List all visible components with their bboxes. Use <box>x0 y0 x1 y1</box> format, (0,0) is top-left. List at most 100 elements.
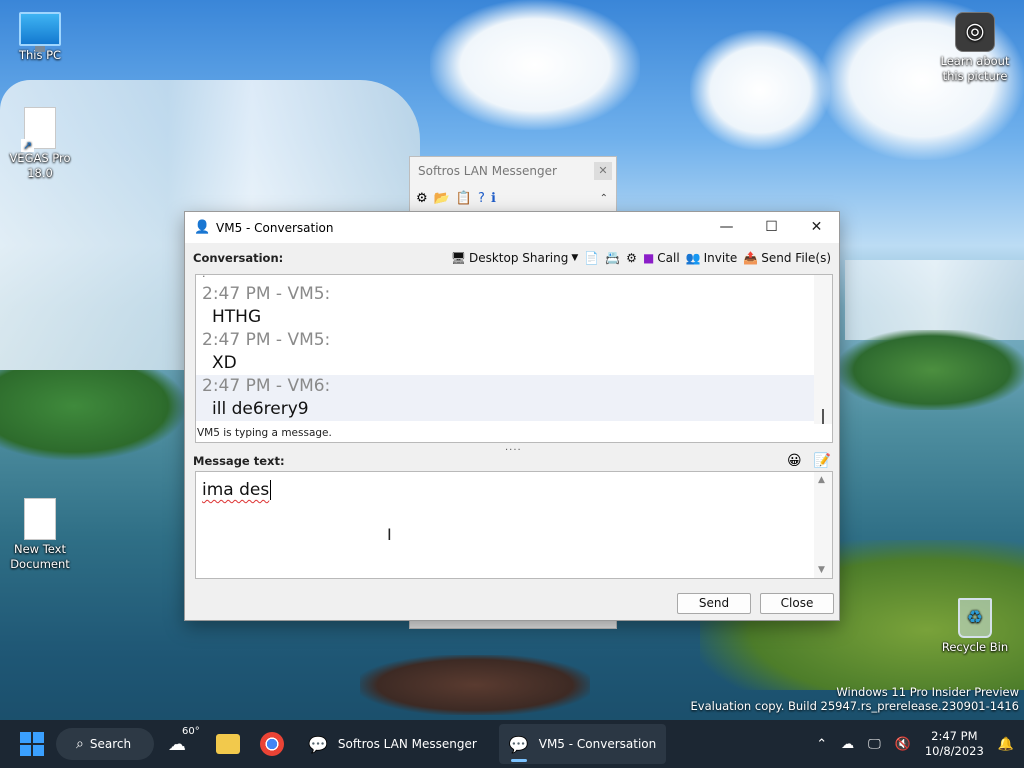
close-icon[interactable]: ✕ <box>594 162 612 180</box>
send-file-icon: 📤 <box>743 251 759 265</box>
typing-status: VM5 is typing a message. <box>196 424 832 442</box>
weather-widget[interactable]: ☁ 60° <box>168 726 200 755</box>
messenger-toolbar: ⚙ 📂 📋 ? ℹ ⌃ <box>410 185 616 211</box>
maximize-button[interactable]: ☐ <box>749 212 794 243</box>
window-title: Softros LAN Messenger <box>418 164 557 178</box>
desktop-icon-learn-about-picture[interactable]: ◎ Learn about this picture <box>937 12 1013 84</box>
settings-icon[interactable]: ⚙ <box>626 251 637 265</box>
history-icon[interactable]: 📄 <box>584 251 599 265</box>
conversation-header: Conversation: 🖥 Desktop Sharing ▼ 📄 📇 ⚙ … <box>193 248 831 268</box>
user-icon: 👤 <box>194 219 211 235</box>
scroll-down-icon[interactable]: ▼ <box>818 565 825 575</box>
title-bar[interactable]: 👤 VM5 - Conversation — ☐ ✕ <box>185 212 839 243</box>
chrome-button[interactable]: c <box>258 730 286 758</box>
taskbar-item-conversation[interactable]: 💬 VM5 - Conversation <box>498 724 667 764</box>
desktop-sharing-icon: 🖥 <box>450 251 466 265</box>
history-overflow-mark: · <box>202 274 206 283</box>
desktop-icon-label: New Text Document <box>10 542 70 571</box>
message-item: 2:47 PM - VM5: XD <box>196 329 832 375</box>
message-header: 2:47 PM - VM6: <box>202 376 331 396</box>
window-title: VM5 - Conversation <box>216 220 334 235</box>
network-icon[interactable]: 🖵 <box>868 737 881 752</box>
users-icon: 👥 <box>685 251 701 265</box>
windows-logo-icon <box>20 732 31 743</box>
text-file-icon <box>24 498 56 540</box>
history-scrollbar[interactable] <box>814 275 832 425</box>
conversation-history[interactable]: · 2:47 PM - VM5: HTHG 2:47 PM - VM5: XD … <box>195 274 833 443</box>
weather-cloud-icon: ☁ <box>168 733 186 755</box>
desktop-icon-vegas-pro[interactable]: VEGAS Pro 18.0 <box>2 107 78 181</box>
recycle-bin-icon: ♻ <box>958 598 992 638</box>
message-input[interactable]: ima des I ▲ ▼ <box>195 471 833 579</box>
close-dialog-button[interactable]: Close <box>760 593 834 614</box>
desktop-icon-label: Learn about this picture <box>940 54 1010 83</box>
cloud <box>690 30 830 150</box>
send-files-button[interactable]: 📤 Send File(s) <box>743 251 831 265</box>
desktop-sharing-button[interactable]: 🖥 Desktop Sharing ▼ <box>451 251 579 265</box>
weather-temperature: 60° <box>182 725 200 737</box>
message-header: 2:47 PM - VM5: <box>202 284 331 304</box>
conversation-toolbar: 🖥 Desktop Sharing ▼ 📄 📇 ⚙ ■ Call 👥 Invit… <box>451 251 831 265</box>
message-input-value: ima des <box>202 480 272 500</box>
start-button[interactable] <box>20 732 44 756</box>
trees-background <box>0 370 185 460</box>
desktop-icon-label: VEGAS Pro 18.0 <box>9 151 71 180</box>
desktop-icon-new-text-document[interactable]: New Text Document <box>2 498 78 572</box>
input-scrollbar[interactable]: ▲ ▼ <box>814 472 832 578</box>
minimize-button[interactable]: — <box>704 212 749 243</box>
messenger-icon: 💬 <box>308 734 328 754</box>
messenger-icon: 💬 <box>508 734 529 754</box>
close-button[interactable]: ✕ <box>794 212 839 243</box>
folder-icon: f <box>216 734 240 754</box>
message-text: ill de6rery9 <box>212 399 309 419</box>
send-button[interactable]: Send <box>677 593 751 614</box>
chevron-up-icon[interactable]: ⌃ <box>816 737 827 752</box>
message-header: 2:47 PM - VM5: <box>202 330 331 350</box>
gear-icon[interactable]: ⚙ <box>416 191 428 206</box>
file-shortcut-icon <box>21 107 56 152</box>
desktop-icon-recycle-bin[interactable]: ♻ Recycle Bin <box>937 598 1013 655</box>
windows-watermark: Windows 11 Pro Insider Preview Evaluatio… <box>690 685 1019 713</box>
text-cursor-icon: I <box>387 525 392 544</box>
desktop-icon-this-pc[interactable]: This PC <box>2 12 78 63</box>
invite-button[interactable]: 👥 Invite <box>686 251 738 265</box>
messenger-main-window[interactable]: Softros LAN Messenger ✕ ⚙ 📂 📋 ? ℹ ⌃ <box>409 156 617 212</box>
search-icon: ⌕ <box>76 736 84 752</box>
video-camera-icon: ■ <box>642 251 655 265</box>
desktop-icon-label: Recycle Bin <box>941 640 1009 654</box>
taskbar: ⌕ Search ☁ 60° f c 💬 Softros LAN Messeng… <box>0 720 1024 768</box>
taskbar-item-softros[interactable]: 💬 Softros LAN Messenger <box>298 724 487 764</box>
message-item: 2:47 PM - VM5: HTHG <box>196 283 832 329</box>
scroll-up-icon[interactable]: ▲ <box>818 475 825 485</box>
folder-icon[interactable]: 📂 <box>434 191 450 206</box>
camera-icon: ◎ <box>955 12 995 52</box>
info-icon[interactable]: ℹ <box>491 191 496 206</box>
clock[interactable]: 2:47 PM 10/8/2023 <box>925 729 984 759</box>
waterfall-background-right <box>845 260 1024 340</box>
conversation-label: Conversation: <box>193 251 284 265</box>
message-text: XD <box>212 353 237 373</box>
onedrive-icon[interactable]: ☁ <box>841 737 854 752</box>
message-text-label: Message text: <box>193 454 285 468</box>
conversation-window[interactable]: 👤 VM5 - Conversation — ☐ ✕ Conversation:… <box>184 211 840 621</box>
emoji-icon[interactable]: 😀 <box>787 453 802 469</box>
dropdown-arrow-icon: ▼ <box>571 253 579 263</box>
scrollbar-thumb[interactable] <box>822 409 824 425</box>
chrome-icon: c <box>260 732 284 756</box>
search-button[interactable]: ⌕ Search <box>56 728 154 760</box>
chevron-up-icon[interactable]: ⌃ <box>600 193 608 204</box>
monitor-icon <box>19 12 61 52</box>
file-explorer-button[interactable]: f <box>214 730 242 758</box>
notification-bell-icon[interactable]: 🔔 <box>998 737 1014 752</box>
system-tray: ⌃ ☁ 🖵 🔇 2:47 PM 10/8/2023 🔔 <box>816 729 1014 759</box>
help-icon[interactable]: ? <box>478 191 485 206</box>
message-item-highlighted: 2:47 PM - VM6: ill de6rery9 <box>196 375 814 421</box>
format-text-icon[interactable]: 📝 <box>814 453 831 469</box>
trees-background <box>840 330 1024 410</box>
message-text: HTHG <box>212 307 262 327</box>
user-info-icon[interactable]: 📇 <box>605 251 620 265</box>
notes-icon[interactable]: 📋 <box>456 191 472 206</box>
cloud <box>430 0 640 130</box>
call-button[interactable]: ■ Call <box>643 251 680 265</box>
volume-muted-icon[interactable]: 🔇 <box>895 737 911 752</box>
